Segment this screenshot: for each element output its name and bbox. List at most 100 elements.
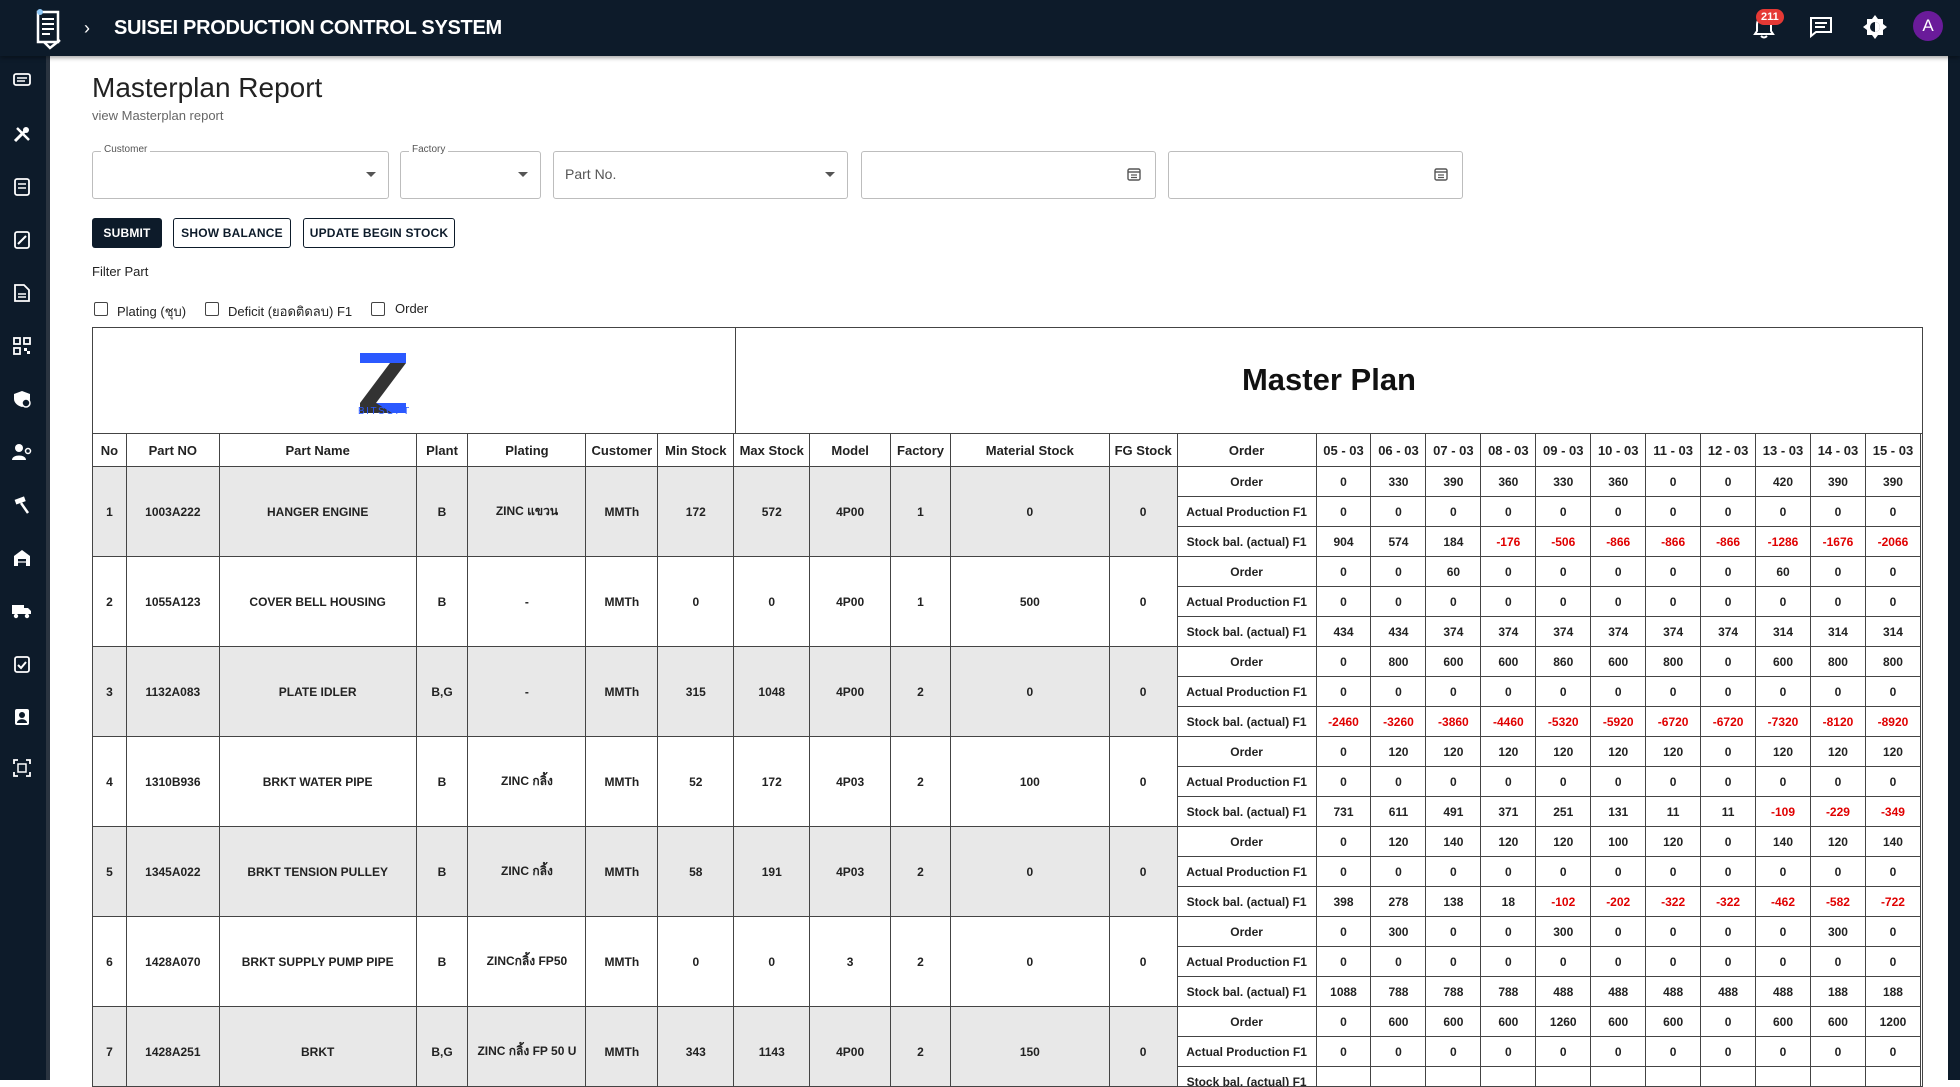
plan-value: 0: [1701, 497, 1756, 527]
plan-value: -2460: [1316, 707, 1371, 737]
plan-value: 0: [1591, 557, 1646, 587]
edit-icon[interactable]: [11, 229, 33, 251]
table-row: 11003A222HANGER ENGINEBZINC แขวนMMTh1725…: [93, 467, 1921, 497]
plan-value: 0: [1865, 557, 1920, 587]
customer-select[interactable]: Customer: [92, 151, 389, 199]
plan-value: 0: [1591, 767, 1646, 797]
app-logo-icon[interactable]: [30, 4, 70, 52]
tools-icon[interactable]: [11, 123, 33, 145]
material-stock: 0: [950, 647, 1109, 737]
plating: ZINC แขวน: [468, 467, 586, 557]
plan-value: 0: [1701, 857, 1756, 887]
plan-value: 138: [1426, 887, 1481, 917]
column-header: Min Stock: [658, 434, 734, 467]
document-icon[interactable]: [11, 176, 33, 198]
plan-value: [1756, 1067, 1811, 1087]
column-header: Factory: [891, 434, 951, 467]
plan-value: 120: [1536, 737, 1591, 767]
order-checkbox[interactable]: [371, 302, 385, 316]
column-header: Model: [810, 434, 891, 467]
plan-value: 371: [1481, 797, 1536, 827]
plan-value: 374: [1426, 617, 1481, 647]
min-stock: 0: [658, 917, 734, 1007]
factory: 1: [891, 557, 951, 647]
file-icon[interactable]: [11, 282, 33, 304]
plan-value: 600: [1371, 1007, 1426, 1037]
scan-icon[interactable]: [11, 757, 33, 779]
hammer-icon[interactable]: [11, 494, 33, 516]
part-name: BRKT: [219, 1007, 416, 1087]
plan-value: 0: [1481, 857, 1536, 887]
plan-value: 0: [1371, 1037, 1426, 1067]
deficit-checkbox-label[interactable]: Deficit (ยอดติดลบ) F1: [228, 301, 352, 322]
qr-icon[interactable]: [11, 335, 33, 357]
column-header: Plating: [468, 434, 586, 467]
row-number: 6: [93, 917, 127, 1007]
theme-toggle-icon[interactable]: [1860, 12, 1890, 42]
plan-value: 300: [1371, 917, 1426, 947]
submit-button[interactable]: SUBMIT: [92, 218, 162, 248]
part-number: 1345A022: [126, 827, 219, 917]
messages-icon[interactable]: [1806, 12, 1836, 42]
user-avatar[interactable]: A: [1913, 11, 1943, 41]
plan-value: 0: [1701, 467, 1756, 497]
plan-value: [1316, 1067, 1371, 1087]
shield-icon[interactable]: [11, 388, 33, 410]
plan-value: 374: [1591, 617, 1646, 647]
table-row: 51345A022BRKT TENSION PULLEYBZINC กลิ้งM…: [93, 827, 1921, 857]
plan-value: -7320: [1756, 707, 1811, 737]
plan-value: [1426, 1067, 1481, 1087]
row-number: 2: [93, 557, 127, 647]
row-label: Actual Production F1: [1177, 1037, 1316, 1067]
plan-value: 120: [1371, 737, 1426, 767]
plan-value: 0: [1756, 587, 1811, 617]
calendar-icon[interactable]: [1434, 167, 1448, 186]
plan-value: 360: [1591, 467, 1646, 497]
row-label: Actual Production F1: [1177, 497, 1316, 527]
row-label: Order: [1177, 737, 1316, 767]
order-checkbox-label[interactable]: Order: [395, 301, 428, 316]
update-begin-stock-button[interactable]: UPDATE BEGIN STOCK: [303, 218, 455, 248]
plan-value: -176: [1481, 527, 1536, 557]
plan-value: 11: [1646, 797, 1701, 827]
plan-value: 0: [1701, 737, 1756, 767]
users-icon[interactable]: [11, 441, 33, 463]
report-logo-cell: BITSOFT: [93, 328, 736, 434]
model: 4P00: [810, 557, 891, 647]
plan-value: 251: [1536, 797, 1591, 827]
plan-value: 0: [1865, 497, 1920, 527]
warehouse-icon[interactable]: [11, 547, 33, 569]
chat-icon[interactable]: [11, 70, 33, 92]
plan-value: -349: [1865, 797, 1920, 827]
deficit-checkbox[interactable]: [205, 302, 219, 316]
factory-select[interactable]: Factory: [400, 151, 541, 199]
plan-value: 18: [1481, 887, 1536, 917]
plan-value: 600: [1591, 647, 1646, 677]
calendar-icon[interactable]: [1127, 167, 1141, 186]
part-no-select[interactable]: Part No.: [553, 151, 848, 199]
plan-value: 184: [1426, 527, 1481, 557]
plan-value: 0: [1536, 767, 1591, 797]
report-title-cell: Master Plan: [736, 328, 1922, 434]
customer: MMTh: [586, 737, 658, 827]
truck-icon[interactable]: [11, 600, 33, 622]
plating-checkbox[interactable]: [94, 302, 108, 316]
customer: MMTh: [586, 557, 658, 647]
part-number: 1428A070: [126, 917, 219, 1007]
plan-value: 0: [1865, 587, 1920, 617]
plan-value: -866: [1646, 527, 1701, 557]
plan-value: 0: [1646, 947, 1701, 977]
date-column-header: 15 - 03: [1865, 434, 1920, 467]
checklist-icon[interactable]: [11, 653, 33, 675]
fg-stock: 0: [1109, 827, 1177, 917]
start-date-field[interactable]: [861, 151, 1156, 199]
plating-checkbox-label[interactable]: Plating (ชุบ): [117, 301, 186, 322]
end-date-field[interactable]: [1168, 151, 1463, 199]
id-card-icon[interactable]: [11, 706, 33, 728]
plan-value: 120: [1756, 737, 1811, 767]
plan-value: 434: [1371, 617, 1426, 647]
plan-value: 278: [1371, 887, 1426, 917]
plan-value: 0: [1316, 677, 1371, 707]
part-number: 1428A251: [126, 1007, 219, 1087]
show-balance-button[interactable]: SHOW BALANCE: [173, 218, 291, 248]
